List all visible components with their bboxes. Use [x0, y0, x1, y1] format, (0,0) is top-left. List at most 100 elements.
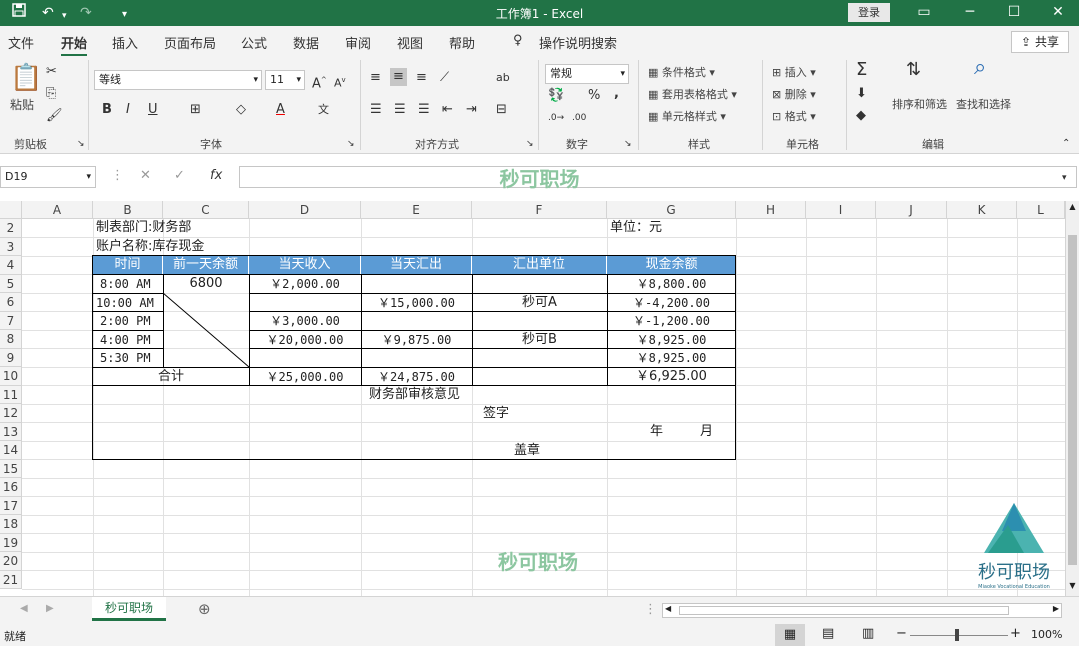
- table-cell-income[interactable]: ￥2,000.00: [249, 275, 361, 293]
- sort-filter-button[interactable]: 排序和筛选: [892, 96, 947, 112]
- select-all-corner[interactable]: [0, 201, 22, 219]
- login-button[interactable]: 登录: [848, 3, 890, 22]
- copy-icon[interactable]: ⎘: [46, 86, 56, 102]
- tab-insert[interactable]: 插入: [112, 33, 138, 52]
- increase-indent-icon[interactable]: ⇥: [466, 102, 477, 118]
- cell-styles-button[interactable]: ▦ 单元格样式 ▾: [648, 108, 726, 124]
- table-cell-income[interactable]: ￥20,000.00: [249, 331, 361, 349]
- number-launcher-icon[interactable]: ↘: [624, 136, 632, 152]
- row-header[interactable]: 16: [0, 478, 22, 497]
- orientation-icon[interactable]: ⟋: [440, 70, 449, 86]
- delete-cells-button[interactable]: ⊠ 删除 ▾: [772, 86, 816, 102]
- align-right-icon[interactable]: ☰: [418, 102, 430, 118]
- zoom-slider[interactable]: [910, 635, 1008, 636]
- col-header-i[interactable]: I: [806, 201, 876, 219]
- ribbon-display-icon[interactable]: ▭: [902, 0, 946, 26]
- tab-formulas[interactable]: 公式: [241, 33, 267, 52]
- zoom-out-icon[interactable]: −: [896, 626, 907, 641]
- prev-sheet-icon[interactable]: ◀: [20, 601, 28, 617]
- scroll-thumb[interactable]: [1068, 235, 1077, 565]
- align-center-icon[interactable]: ☰: [394, 102, 406, 118]
- tab-view[interactable]: 视图: [397, 33, 423, 52]
- zoom-slider-thumb[interactable]: [955, 629, 959, 641]
- tab-data[interactable]: 数据: [293, 33, 319, 52]
- table-cell-time[interactable]: 10:00 AM: [96, 294, 154, 312]
- col-header-d[interactable]: D: [249, 201, 361, 219]
- tab-review[interactable]: 审阅: [345, 33, 371, 52]
- find-search-icon[interactable]: ⌕: [974, 57, 986, 79]
- format-as-table-button[interactable]: ▦ 套用表格格式 ▾: [648, 86, 737, 102]
- table-cell-balance[interactable]: ￥-1,200.00: [607, 312, 736, 330]
- format-painter-icon[interactable]: 🖌: [46, 108, 63, 124]
- tab-file[interactable]: 文件: [8, 33, 34, 52]
- total-label-cell[interactable]: 合计: [93, 368, 249, 386]
- month-cell[interactable]: 月: [700, 423, 713, 441]
- alignment-launcher-icon[interactable]: ↘: [526, 136, 534, 152]
- row-header[interactable]: 6: [0, 293, 22, 312]
- clipboard-launcher-icon[interactable]: ↘: [77, 136, 85, 152]
- col-header-f[interactable]: F: [472, 201, 607, 219]
- fill-color-icon[interactable]: ◇: [236, 102, 246, 118]
- share-button[interactable]: ⇪ 共享: [1011, 31, 1069, 53]
- tab-page-layout[interactable]: 页面布局: [164, 33, 216, 52]
- unit-label-cell[interactable]: 单位：元: [610, 219, 662, 237]
- table-cell-time[interactable]: 2:00 PM: [100, 312, 151, 330]
- borders-icon[interactable]: ⊞: [190, 102, 201, 118]
- italic-button[interactable]: I: [126, 102, 130, 118]
- scroll-right-icon[interactable]: ▶: [1053, 604, 1059, 613]
- row-header[interactable]: 14: [0, 441, 22, 460]
- row-header[interactable]: 10: [0, 367, 22, 386]
- table-cell-balance[interactable]: ￥8,925.00: [607, 349, 736, 367]
- total-balance-cell[interactable]: ￥6,925.00: [607, 368, 736, 386]
- col-header-a[interactable]: A: [22, 201, 93, 219]
- collapse-ribbon-icon[interactable]: ⌃: [1062, 136, 1070, 152]
- total-out-cell[interactable]: ￥24,875.00: [361, 368, 472, 386]
- merge-center-icon[interactable]: ⊟: [496, 102, 507, 118]
- scroll-down-icon[interactable]: ▼: [1067, 581, 1078, 595]
- zoom-level[interactable]: 100%: [1031, 628, 1062, 641]
- underline-button[interactable]: U: [148, 102, 158, 118]
- header-prev-balance[interactable]: 前一天余额: [163, 256, 249, 274]
- row-header[interactable]: 17: [0, 496, 22, 515]
- font-name-box[interactable]: 等线 ▾: [94, 70, 262, 90]
- row-header[interactable]: 4: [0, 256, 22, 275]
- format-cells-button[interactable]: ⊡ 格式 ▾: [772, 108, 816, 124]
- year-cell[interactable]: 年: [650, 423, 663, 441]
- row-header[interactable]: 18: [0, 515, 22, 534]
- row-header[interactable]: 21: [0, 570, 22, 589]
- insert-cells-button[interactable]: ⊞ 插入 ▾: [772, 64, 816, 80]
- table-cell-time[interactable]: 4:00 PM: [100, 331, 151, 349]
- autosum-icon[interactable]: Σ: [856, 61, 867, 79]
- scroll-up-icon[interactable]: ▲: [1067, 202, 1078, 216]
- tell-me-search[interactable]: 操作说明搜索: [539, 33, 617, 52]
- font-size-box[interactable]: 11 ▾: [265, 70, 305, 90]
- sort-filter-icon[interactable]: ⇅: [906, 61, 921, 79]
- row-header[interactable]: 3: [0, 237, 22, 256]
- col-header-e[interactable]: E: [361, 201, 472, 219]
- col-header-k[interactable]: K: [947, 201, 1017, 219]
- dept-label-cell[interactable]: 制表部门:财务部: [96, 219, 191, 237]
- split-handle-icon[interactable]: ⋮: [644, 602, 657, 618]
- comma-button[interactable]: ,: [614, 86, 619, 102]
- table-cell-out[interactable]: ￥9,875.00: [361, 331, 472, 349]
- table-cell-balance[interactable]: ￥8,800.00: [607, 275, 736, 293]
- number-format-box[interactable]: 常规 ▾: [545, 64, 629, 84]
- total-income-cell[interactable]: ￥25,000.00: [249, 368, 361, 386]
- table-cell-balance[interactable]: ￥-4,200.00: [607, 294, 736, 312]
- align-left-icon[interactable]: ☰: [370, 102, 382, 118]
- maximize-icon[interactable]: ☐: [992, 0, 1036, 26]
- font-color-icon[interactable]: A: [276, 102, 285, 118]
- row-header[interactable]: 20: [0, 552, 22, 571]
- minimize-icon[interactable]: ─: [948, 0, 992, 26]
- horizontal-scrollbar[interactable]: ◀ ▶: [662, 603, 1062, 618]
- col-header-g[interactable]: G: [607, 201, 736, 219]
- spreadsheet-grid[interactable]: A B C D E F G H I J K L 2 3 4 5 6 7 8 9 …: [0, 201, 1065, 596]
- row-header[interactable]: 5: [0, 274, 22, 293]
- decrease-indent-icon[interactable]: ⇤: [442, 102, 453, 118]
- header-cash-balance[interactable]: 现金余额: [607, 256, 736, 274]
- col-header-b[interactable]: B: [93, 201, 163, 219]
- table-cell-out[interactable]: ￥15,000.00: [361, 294, 472, 312]
- header-recipient[interactable]: 汇出单位: [472, 256, 607, 274]
- h-scroll-thumb[interactable]: [679, 606, 1009, 615]
- paste-icon[interactable]: 📋: [10, 64, 42, 92]
